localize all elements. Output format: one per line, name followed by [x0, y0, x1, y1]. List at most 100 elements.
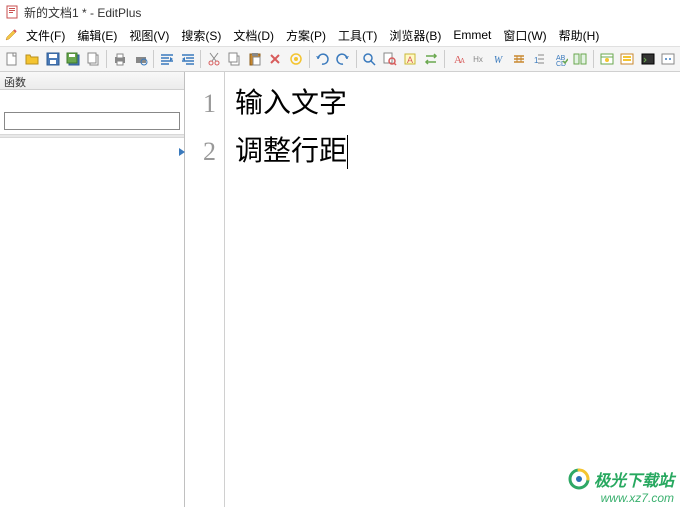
- ruler-icon: [511, 51, 527, 67]
- toolbar-separator: [356, 50, 357, 68]
- menu-project[interactable]: 方案(P): [280, 25, 332, 46]
- title-bar: 新的文档1 * - EditPlus: [0, 0, 680, 24]
- menu-search[interactable]: 搜索(S): [175, 25, 227, 46]
- redo-button[interactable]: [333, 49, 352, 69]
- menu-document[interactable]: 文档(D): [227, 25, 280, 46]
- terminal-button[interactable]: [638, 49, 657, 69]
- sidebar-splitter[interactable]: [0, 134, 184, 138]
- font-size-icon: AA: [449, 51, 465, 67]
- menu-browser[interactable]: 浏览器(B): [383, 25, 447, 46]
- bookmark-button[interactable]: [286, 49, 305, 69]
- preview-button[interactable]: [617, 49, 636, 69]
- replace-button[interactable]: [421, 49, 440, 69]
- toolbar-separator: [106, 50, 107, 68]
- delete-button[interactable]: [266, 49, 285, 69]
- text-cursor: [347, 135, 348, 169]
- sidebar-header: 函数: [0, 72, 184, 90]
- svg-text:A: A: [460, 57, 465, 65]
- word-wrap-button[interactable]: W: [488, 49, 507, 69]
- find-in-files-button[interactable]: [380, 49, 399, 69]
- main-area: 函数 12 输入文字调整行距: [0, 72, 680, 507]
- new-file-button[interactable]: [2, 49, 21, 69]
- svg-text:A: A: [407, 55, 413, 65]
- window-title: 新的文档1 * - EditPlus: [24, 4, 141, 21]
- save-button[interactable]: [43, 49, 62, 69]
- find-in-files-icon: [382, 51, 398, 67]
- print-icon: [112, 51, 128, 67]
- editor-content[interactable]: 输入文字调整行距: [225, 72, 680, 507]
- hex-button[interactable]: Hx: [468, 49, 487, 69]
- line-number: 1: [185, 80, 224, 128]
- font-size-button[interactable]: AA: [448, 49, 467, 69]
- ruler-button[interactable]: [509, 49, 528, 69]
- editor[interactable]: 12 输入文字调整行距: [185, 72, 680, 507]
- spell-check-icon: ABCD: [552, 51, 568, 67]
- editor-line[interactable]: 调整行距: [235, 128, 680, 176]
- menu-window[interactable]: 窗口(W): [497, 25, 552, 46]
- copy-icon: [226, 51, 242, 67]
- menu-edit[interactable]: 编辑(E): [71, 25, 123, 46]
- print-preview-icon: [133, 51, 149, 67]
- save-all-button[interactable]: [63, 49, 82, 69]
- redo-icon: [335, 51, 351, 67]
- undo-button[interactable]: [313, 49, 332, 69]
- delete-icon: [267, 51, 283, 67]
- toolbar-separator: [444, 50, 445, 68]
- indent-right-button[interactable]: [178, 49, 197, 69]
- copy-doc-button[interactable]: [84, 49, 103, 69]
- paste-icon: [247, 51, 263, 67]
- replace-icon: [423, 51, 439, 67]
- print-preview-button[interactable]: [131, 49, 150, 69]
- preview-icon: [619, 51, 635, 67]
- app-icon: [4, 4, 20, 20]
- menu-view[interactable]: 视图(V): [123, 25, 175, 46]
- open-folder-button[interactable]: [22, 49, 41, 69]
- bookmark-icon: [288, 51, 304, 67]
- column-marker-button[interactable]: [570, 49, 589, 69]
- save-icon: [45, 51, 61, 67]
- open-folder-icon: [24, 51, 40, 67]
- browser-view-button[interactable]: [597, 49, 616, 69]
- menu-help[interactable]: 帮助(H): [553, 25, 606, 46]
- svg-text:Hx: Hx: [473, 55, 483, 64]
- cut-icon: [206, 51, 222, 67]
- indent-right-icon: [180, 51, 196, 67]
- indent-left-button[interactable]: [157, 49, 176, 69]
- find-icon: [361, 51, 377, 67]
- line-text: 调整行距: [235, 128, 347, 176]
- copy-doc-icon: [86, 51, 102, 67]
- hex-icon: Hx: [470, 51, 486, 67]
- sidebar-body: [0, 90, 184, 130]
- settings-button[interactable]: [658, 49, 677, 69]
- copy-button[interactable]: [225, 49, 244, 69]
- pencil-icon: [2, 28, 20, 42]
- line-text: 输入文字: [235, 80, 347, 128]
- settings-icon: [660, 51, 676, 67]
- cut-button[interactable]: [204, 49, 223, 69]
- column-marker-icon: [572, 51, 588, 67]
- browser-view-icon: [599, 51, 615, 67]
- menu-tool[interactable]: 工具(T): [332, 25, 383, 46]
- toolbar-separator: [593, 50, 594, 68]
- find-button[interactable]: [360, 49, 379, 69]
- line-number-button[interactable]: 1: [529, 49, 548, 69]
- toolbar-separator: [200, 50, 201, 68]
- undo-icon: [314, 51, 330, 67]
- toolbar-separator: [309, 50, 310, 68]
- highlight-button[interactable]: A: [401, 49, 420, 69]
- word-wrap-icon: W: [490, 51, 506, 67]
- menu-emmet[interactable]: Emmet: [447, 26, 497, 44]
- spell-check-button[interactable]: ABCD: [550, 49, 569, 69]
- toolbar: AAAHxW1ABCD: [0, 46, 680, 72]
- line-number: 2: [185, 128, 224, 176]
- menu-file[interactable]: 文件(F): [20, 25, 71, 46]
- sidebar: 函数: [0, 72, 185, 507]
- sidebar-filter-input[interactable]: [4, 112, 180, 130]
- svg-text:W: W: [494, 55, 504, 66]
- paste-button[interactable]: [245, 49, 264, 69]
- toolbar-separator: [153, 50, 154, 68]
- print-button[interactable]: [110, 49, 129, 69]
- new-file-icon: [4, 51, 20, 67]
- editor-line[interactable]: 输入文字: [235, 80, 680, 128]
- line-number-gutter: 12: [185, 72, 225, 507]
